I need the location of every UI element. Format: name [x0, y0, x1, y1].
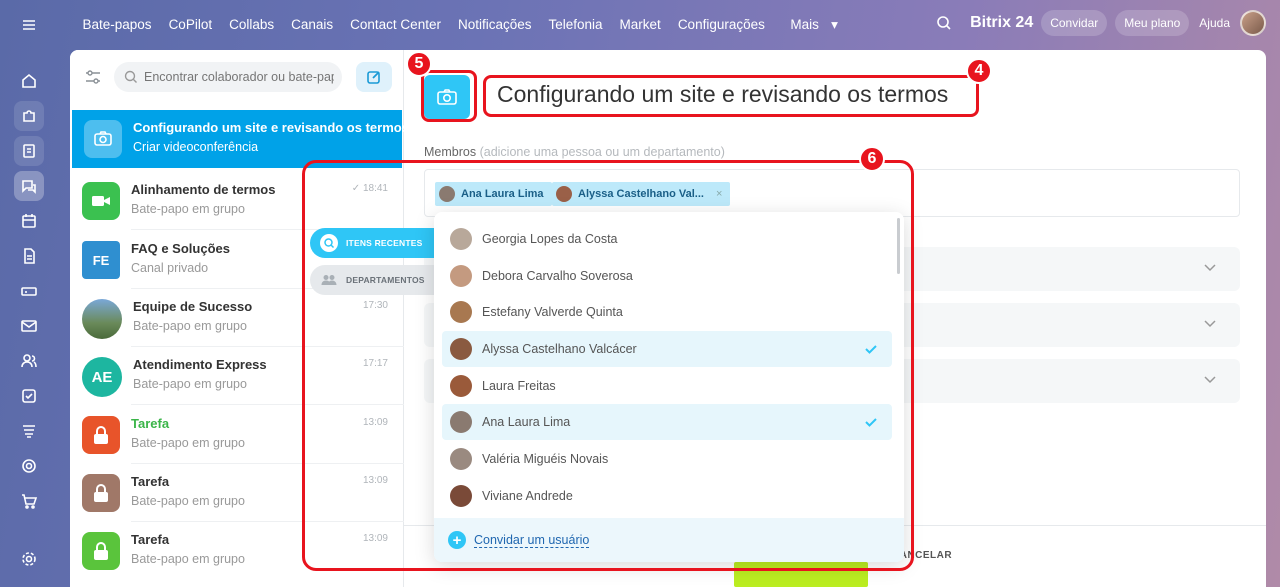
brand-number: 24 [1015, 14, 1034, 31]
video-camera-icon [84, 120, 122, 158]
mail-icon[interactable] [14, 311, 44, 341]
chevron-down-icon [1204, 376, 1216, 384]
lock-icon [82, 532, 120, 570]
members-label: Membros (adicione uma pessoa ou um depar… [424, 145, 725, 159]
search-input[interactable] [144, 70, 334, 84]
chat-subtitle: Bate-papo em grupo [133, 319, 247, 333]
search-icon[interactable] [936, 15, 952, 31]
nav-mais-label: Mais [790, 17, 819, 32]
chat-title: Atendimento Express [133, 357, 267, 372]
video-icon [82, 182, 120, 220]
members-hint: (adicione uma pessoa ou um departamento) [479, 145, 725, 159]
home-icon[interactable] [14, 66, 44, 96]
settings-icon[interactable] [14, 544, 44, 574]
annotation-badge-5: 5 [406, 51, 432, 77]
nav-contact-center[interactable]: Contact Center [342, 17, 450, 33]
annotation-badge-4: 4 [966, 58, 992, 84]
chat-avatar [82, 299, 122, 339]
invite-button[interactable]: Convidar [1041, 10, 1108, 36]
chat-subtitle: Bate-papo em grupo [133, 377, 247, 391]
top-right-controls: Bitrix 24 Convidar Meu plano Ajuda [936, 10, 1266, 36]
annotation-box-6 [302, 160, 914, 571]
compose-button[interactable] [356, 62, 392, 92]
funnel-icon[interactable] [14, 416, 44, 446]
chevron-down-icon [1204, 264, 1216, 272]
chat-avatar: FE [82, 241, 120, 279]
chat-subtitle: Bate-papo em grupo [131, 202, 245, 216]
chat-title: Alinhamento de termos [131, 182, 276, 197]
search-row [70, 62, 404, 92]
brand-name: Bitrix [970, 14, 1011, 31]
chat-title: Tarefa [131, 474, 170, 489]
chat-subtitle: Criar videoconferência [133, 140, 259, 154]
task-icon[interactable] [14, 381, 44, 411]
compose-icon [367, 71, 380, 84]
help-button[interactable]: Ajuda [1197, 10, 1232, 36]
nav-market[interactable]: Market [611, 17, 669, 33]
nav-bate-papos[interactable]: Bate-papos [74, 17, 160, 33]
lock-icon [82, 416, 120, 454]
nav-canais[interactable]: Canais [283, 17, 342, 33]
search-box[interactable] [114, 62, 342, 92]
puzzle-icon[interactable] [14, 101, 44, 131]
drive-icon[interactable] [14, 276, 44, 306]
annotation-badge-6: 6 [859, 146, 885, 172]
search-icon [124, 70, 137, 83]
document-icon[interactable] [14, 241, 44, 271]
chat-subtitle: Canal privado [131, 261, 209, 275]
chat-title: Equipe de Sucesso [133, 299, 253, 314]
nav-mais[interactable]: Mais ▾ [773, 17, 846, 33]
user-avatar[interactable] [1240, 10, 1266, 36]
cart-icon[interactable] [14, 486, 44, 516]
annotation-box-5 [421, 70, 477, 122]
chat-subtitle: Bate-papo em grupo [131, 436, 245, 450]
chat-title: FAQ e Soluções [131, 241, 230, 256]
contacts-icon[interactable] [14, 346, 44, 376]
filter-icon[interactable] [84, 69, 102, 85]
left-rail [0, 0, 58, 587]
nav-configuracoes[interactable]: Configurações [669, 17, 773, 33]
calendar-icon[interactable] [14, 206, 44, 236]
chat-avatar: AE [82, 357, 122, 397]
chat-subtitle: Bate-papo em grupo [131, 494, 245, 508]
menu-icon[interactable] [14, 10, 44, 40]
chat-subtitle: Bate-papo em grupo [131, 552, 245, 566]
nav-collabs[interactable]: Collabs [221, 17, 283, 33]
chat-title: Configurando um site e revisando os term… [133, 120, 409, 135]
members-label-text: Membros [424, 145, 477, 159]
nav-notificacoes[interactable]: Notificações [449, 17, 540, 33]
chat-title: Tarefa [131, 532, 170, 547]
brand-logo[interactable]: Bitrix 24 [970, 14, 1033, 32]
nav-telefonia[interactable]: Telefonia [540, 17, 611, 33]
chat-icon[interactable] [14, 171, 44, 201]
plan-button[interactable]: Meu plano [1115, 10, 1190, 36]
notebook-icon[interactable] [14, 136, 44, 166]
lock-icon [82, 474, 120, 512]
chat-title: Tarefa [131, 416, 170, 431]
target-icon[interactable] [14, 451, 44, 481]
nav-copilot[interactable]: CoPilot [160, 17, 221, 33]
annotation-box-4 [483, 75, 979, 117]
chevron-down-icon [1204, 320, 1216, 328]
